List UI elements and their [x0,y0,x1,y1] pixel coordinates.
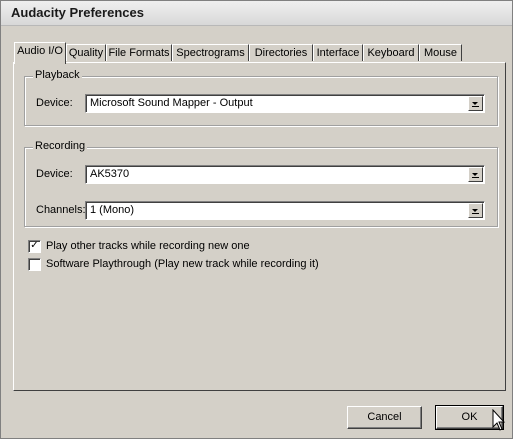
recording-device-value: AK5370 [90,168,130,180]
tab-file-formats[interactable]: File Formats [106,44,172,61]
recording-group: Recording Device: AK5370 Channels: 1 (Mo… [24,140,498,227]
audio-io-panel: Playback Device: Microsoft Sound Mapper … [13,62,506,391]
preferences-window: Audacity Preferences Audio I/O Quality F… [0,0,513,439]
tab-directories[interactable]: Directories [249,44,313,61]
recording-channels-dropdown[interactable]: 1 (Mono) [85,201,485,220]
tab-interface[interactable]: Interface [313,44,363,61]
playback-device-label: Device: [36,97,73,109]
play-other-tracks-label: Play other tracks while recording new on… [46,240,250,252]
chevron-down-icon[interactable] [468,203,483,218]
title-bar[interactable]: Audacity Preferences [1,1,512,26]
recording-device-label: Device: [36,168,73,180]
tab-audio-io[interactable]: Audio I/O [14,42,66,64]
chevron-down-icon[interactable] [468,167,483,182]
tab-spectrograms[interactable]: Spectrograms [172,44,249,61]
playback-group: Playback Device: Microsoft Sound Mapper … [24,69,498,126]
recording-channels-value: 1 (Mono) [90,204,135,216]
window-title: Audacity Preferences [11,5,144,20]
recording-channels-label: Channels: [36,204,86,216]
playback-device-dropdown[interactable]: Microsoft Sound Mapper - Output [85,94,485,113]
playback-device-value: Microsoft Sound Mapper - Output [90,97,253,109]
arrow-pointer-icon [492,409,506,431]
software-playthrough-checkbox[interactable] [28,258,41,271]
chevron-down-icon[interactable] [468,96,483,111]
tab-keyboard[interactable]: Keyboard [363,44,419,61]
recording-device-dropdown[interactable]: AK5370 [85,165,485,184]
recording-legend: Recording [33,140,88,152]
playback-legend: Playback [33,69,82,81]
play-other-tracks-checkbox[interactable]: ✓ [28,240,41,253]
tab-quality[interactable]: Quality [66,44,106,61]
software-playthrough-label: Software Playthrough (Play new track whi… [46,258,319,270]
tab-mouse[interactable]: Mouse [419,44,462,61]
cancel-button[interactable]: Cancel [347,406,422,429]
